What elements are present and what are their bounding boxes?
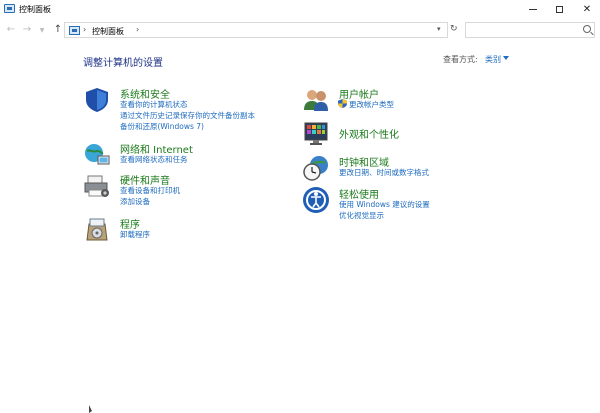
- category-link[interactable]: 优化视觉显示: [339, 210, 384, 221]
- category-title[interactable]: 外观和个性化: [339, 126, 399, 141]
- address-dropdown-icon[interactable]: ▾: [437, 25, 441, 33]
- category-link[interactable]: 卸载程序: [120, 229, 150, 240]
- search-input[interactable]: [465, 22, 595, 38]
- ease-of-access-icon[interactable]: [302, 186, 330, 214]
- breadcrumb-separator[interactable]: ›: [83, 25, 86, 34]
- users-icon[interactable]: [302, 86, 330, 114]
- category-link[interactable]: 添加设备: [120, 196, 150, 207]
- view-by-caret-icon[interactable]: [503, 56, 509, 60]
- maximize-icon: [555, 5, 563, 13]
- view-by-dropdown[interactable]: 类别: [485, 54, 501, 65]
- category-link[interactable]: 查看设备和打印机: [120, 185, 180, 196]
- address-control-panel-icon: [69, 26, 80, 35]
- forward-button[interactable]: →: [21, 24, 33, 36]
- category-link[interactable]: 更改帐户类型: [349, 99, 394, 110]
- minimize-button[interactable]: [520, 0, 546, 18]
- recent-locations-icon[interactable]: ▼: [36, 25, 48, 37]
- shield-icon[interactable]: [83, 86, 111, 114]
- category-link[interactable]: 更改日期、时间或数字格式: [339, 167, 429, 178]
- uac-shield-icon: [338, 99, 347, 108]
- category-link[interactable]: 备份和还原(Windows 7): [120, 121, 204, 132]
- breadcrumb-control-panel[interactable]: 控制面板: [92, 26, 124, 37]
- category-link[interactable]: 查看网络状态和任务: [120, 154, 188, 165]
- refresh-icon[interactable]: ↻: [450, 24, 458, 34]
- category-link[interactable]: 使用 Windows 建议的设置: [339, 199, 430, 210]
- up-button[interactable]: ↑: [52, 24, 64, 36]
- search-icon: [583, 25, 591, 33]
- page-title: 调整计算机的设置: [83, 58, 163, 69]
- window-title: 控制面板: [19, 5, 51, 14]
- programs-box-icon[interactable]: [83, 216, 111, 244]
- title-bar: 控制面板 ✕: [0, 0, 600, 18]
- network-globe-icon[interactable]: [83, 141, 111, 169]
- appearance-palette-icon[interactable]: [302, 120, 330, 148]
- minimize-icon: [529, 8, 537, 10]
- mouse-cursor-icon: [89, 405, 92, 413]
- navigation-bar: ← → ▼ ↑ › 控制面板 › ▾ ↻: [0, 20, 600, 40]
- category-link[interactable]: 查看你的计算机状态: [120, 99, 188, 110]
- printer-icon[interactable]: [83, 172, 111, 200]
- close-button[interactable]: ✕: [574, 0, 600, 18]
- control-panel-icon: [4, 4, 15, 13]
- clock-globe-icon[interactable]: [302, 154, 330, 182]
- view-by-label: 查看方式:: [443, 55, 478, 64]
- back-button[interactable]: ←: [5, 24, 17, 36]
- close-icon: ✕: [582, 3, 592, 15]
- category-link[interactable]: 通过文件历史记录保存你的文件备份副本: [120, 110, 255, 121]
- breadcrumb-separator-2[interactable]: ›: [136, 25, 139, 34]
- address-bar[interactable]: › 控制面板 ›: [64, 22, 448, 38]
- maximize-button[interactable]: [546, 0, 572, 18]
